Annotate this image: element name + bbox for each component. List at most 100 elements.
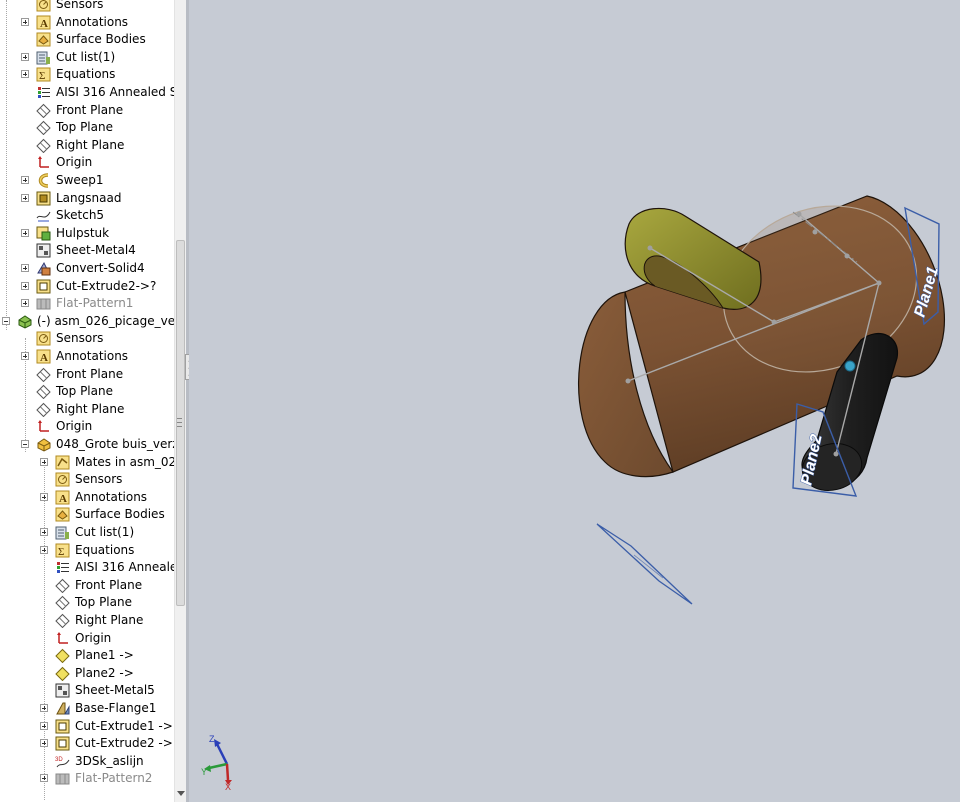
tree-item[interactable]: Origin bbox=[0, 154, 174, 171]
tree-item[interactable]: Origin bbox=[0, 418, 174, 435]
svg-text:3D: 3D bbox=[55, 757, 63, 763]
expand-icon[interactable] bbox=[40, 704, 48, 712]
model-view[interactable]: Plane1 Plane2 bbox=[189, 0, 960, 802]
origin-point-marker[interactable] bbox=[844, 360, 856, 372]
assembly-icon bbox=[18, 315, 32, 329]
expand-icon[interactable] bbox=[40, 721, 48, 730]
convert-solid-icon bbox=[37, 261, 51, 276]
reference-plane-outline[interactable] bbox=[596, 523, 693, 605]
tree-item[interactable]: Surface Bodies bbox=[0, 31, 174, 48]
tree-item[interactable]: Hulpstuk bbox=[0, 225, 174, 242]
tree-item-label: Surface Bodies bbox=[75, 507, 165, 522]
tree-item[interactable]: A Annotations bbox=[0, 489, 174, 506]
tree-item-label: Cut-Extrude1 -> bbox=[75, 718, 173, 733]
tree-item[interactable]: Cut-Extrude2->? bbox=[0, 278, 174, 295]
tree-item[interactable]: Cut-Extrude1 -> bbox=[0, 718, 174, 735]
tree-item[interactable]: Front Plane bbox=[0, 366, 174, 383]
tree-item[interactable]: Sensors bbox=[0, 330, 174, 347]
expand-icon[interactable] bbox=[40, 528, 48, 536]
collapse-icon[interactable] bbox=[2, 316, 10, 325]
expand-icon[interactable] bbox=[21, 52, 29, 61]
tree-item[interactable]: Σ Equations bbox=[0, 542, 174, 559]
tree-item[interactable]: Right Plane bbox=[0, 137, 174, 154]
tree-item-label: Annotations bbox=[56, 349, 129, 363]
tree-item[interactable]: Right Plane bbox=[0, 401, 174, 418]
tree-item-label: Right Plane bbox=[56, 401, 125, 416]
main-pipe-body[interactable] bbox=[521, 178, 946, 478]
tree-item-label: Right Plane bbox=[75, 613, 144, 627]
tree-item[interactable]: Σ Equations bbox=[0, 66, 174, 83]
tree-item[interactable]: Right Plane bbox=[0, 612, 174, 629]
tree-item[interactable]: Top Plane bbox=[0, 594, 174, 611]
tree-item-label: Sheet-Metal5 bbox=[75, 683, 155, 698]
triad-x-label: X bbox=[225, 782, 231, 790]
plane-icon bbox=[55, 613, 70, 628]
collapse-icon[interactable] bbox=[21, 440, 29, 448]
tree-item[interactable]: Sheet-Metal5 bbox=[0, 682, 174, 699]
tree-item[interactable]: Top Plane bbox=[0, 119, 174, 136]
tree-item[interactable]: Sheet-Metal4 bbox=[0, 242, 174, 259]
tree-item[interactable]: A Annotations bbox=[0, 14, 174, 31]
tree-item[interactable]: AISI 316 Annealed Stai bbox=[0, 84, 174, 101]
tree-item[interactable]: Sensors bbox=[0, 471, 174, 488]
tree-item[interactable]: Flat-Pattern1 bbox=[0, 295, 174, 312]
tree-item[interactable]: Langsnaad bbox=[0, 190, 174, 207]
origin-icon bbox=[38, 156, 49, 169]
feature-icon bbox=[36, 191, 51, 206]
tree-item[interactable]: Plane1 -> bbox=[0, 647, 174, 664]
triad-z-label: Z bbox=[209, 734, 215, 744]
tree-item[interactable]: Origin bbox=[0, 630, 174, 647]
tree-item[interactable]: Surface Bodies bbox=[0, 506, 174, 523]
tree-item[interactable]: Front Plane bbox=[0, 102, 174, 119]
tree-item[interactable]: Cut list(1) bbox=[0, 524, 174, 541]
tree-item[interactable]: 3D 3DSk_aslijn bbox=[0, 753, 174, 770]
expand-icon[interactable] bbox=[21, 352, 29, 360]
mates-icon bbox=[55, 455, 70, 470]
flat-pattern-icon bbox=[55, 773, 70, 785]
expand-icon[interactable] bbox=[21, 193, 29, 202]
expand-icon[interactable] bbox=[40, 545, 48, 554]
tree-item[interactable]: Top Plane bbox=[0, 383, 174, 400]
tree-item[interactable]: Convert-Solid4 bbox=[0, 260, 174, 277]
tree-item[interactable]: (-) asm_026_picage_verzar bbox=[0, 313, 174, 330]
tree-item-label: Sensors bbox=[56, 0, 104, 11]
expand-icon[interactable] bbox=[21, 264, 29, 272]
tree-item-label: 3DSk_aslijn bbox=[75, 753, 144, 768]
tree-item[interactable]: Flat-Pattern2 bbox=[0, 770, 174, 787]
tree-item-label: Sensors bbox=[75, 472, 123, 487]
expand-icon[interactable] bbox=[21, 17, 29, 26]
tree-item-label: Right Plane bbox=[56, 137, 125, 152]
tree-item[interactable]: Sketch5 bbox=[0, 207, 174, 224]
expand-icon[interactable] bbox=[21, 70, 29, 79]
expand-icon[interactable] bbox=[21, 228, 29, 237]
tree-item-label: Plane1 -> bbox=[75, 648, 134, 663]
tree-item-label: Equations bbox=[56, 67, 116, 82]
expand-icon[interactable] bbox=[40, 739, 48, 748]
tree-item[interactable]: Cut list(1) bbox=[0, 49, 174, 66]
plane-icon bbox=[36, 402, 51, 417]
tree-item[interactable]: Plane2 -> bbox=[0, 665, 174, 682]
expand-icon[interactable] bbox=[40, 774, 48, 783]
tree-item[interactable]: Cut-Extrude2 -> bbox=[0, 735, 174, 752]
tree-item-label: Annotations bbox=[75, 489, 148, 504]
graphics-viewport[interactable]: Plane1 Plane2 Z Y X bbox=[189, 0, 960, 802]
tree-item[interactable]: Front Plane bbox=[0, 577, 174, 594]
tree-item[interactable]: Mates in asm_026_ bbox=[0, 454, 174, 471]
tree-item[interactable]: 048_Grote buis_verzam bbox=[0, 436, 174, 453]
tree-item-label: Top Plane bbox=[56, 384, 113, 399]
tree-item[interactable]: A Annotations bbox=[0, 348, 174, 365]
tree-item[interactable]: Sensors bbox=[0, 0, 174, 13]
expand-icon[interactable] bbox=[40, 457, 48, 466]
expand-icon[interactable] bbox=[21, 299, 29, 308]
tree-item[interactable]: Sweep1 bbox=[0, 172, 174, 189]
cut-list-icon bbox=[36, 51, 50, 65]
expand-icon[interactable] bbox=[21, 281, 29, 290]
tree-item[interactable]: AISI 316 Annealed S bbox=[0, 559, 174, 576]
reference-plane-hatch bbox=[633, 554, 664, 579]
tree-item-label: Cut list(1) bbox=[56, 49, 116, 64]
scroll-down-arrow-icon[interactable] bbox=[177, 791, 185, 796]
expand-icon[interactable] bbox=[40, 492, 48, 501]
tree-item[interactable]: Base-Flange1 bbox=[0, 700, 174, 717]
part-icon bbox=[37, 438, 51, 452]
expand-icon[interactable] bbox=[21, 176, 29, 184]
